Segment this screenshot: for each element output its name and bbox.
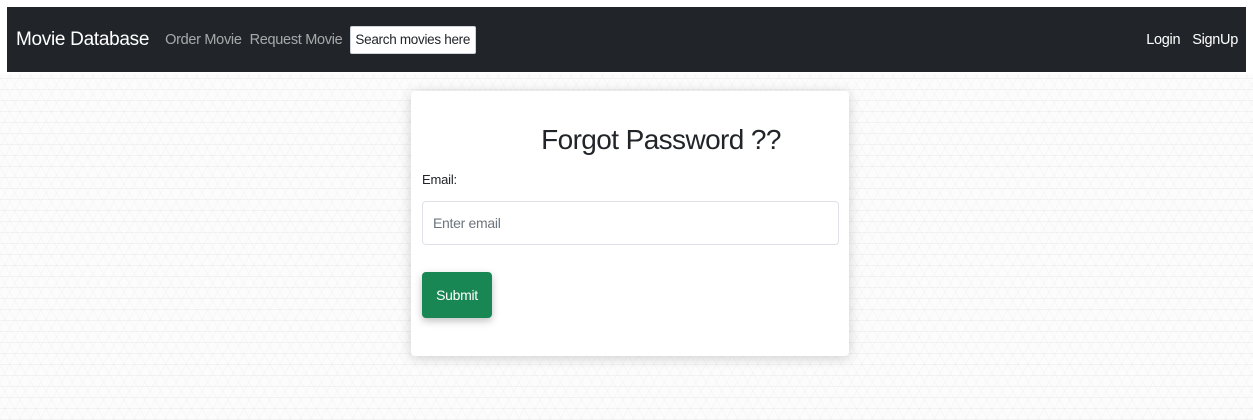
nav-link-login[interactable]: Login [1146,32,1180,48]
nav-link-request-movie[interactable]: Request Movie [250,32,343,48]
submit-button[interactable]: Submit [422,272,492,318]
navbar-brand[interactable]: Movie Database [16,29,149,51]
nav-right: Login SignUp [1134,32,1238,48]
page-title: Forgot Password ?? [541,124,781,155]
email-field[interactable] [422,201,839,245]
email-label: Email: [422,172,457,187]
top-bar: Movie Database Order Movie Request Movie… [0,0,1253,74]
nav-link-signup[interactable]: SignUp [1192,32,1238,48]
search-input[interactable] [350,25,477,54]
nav-link-order-movie[interactable]: Order Movie [165,32,242,48]
page: Movie Database Order Movie Request Movie… [0,0,1253,420]
navbar: Movie Database Order Movie Request Movie… [7,7,1246,72]
forgot-password-card: Forgot Password ?? Email: Submit [411,91,849,356]
